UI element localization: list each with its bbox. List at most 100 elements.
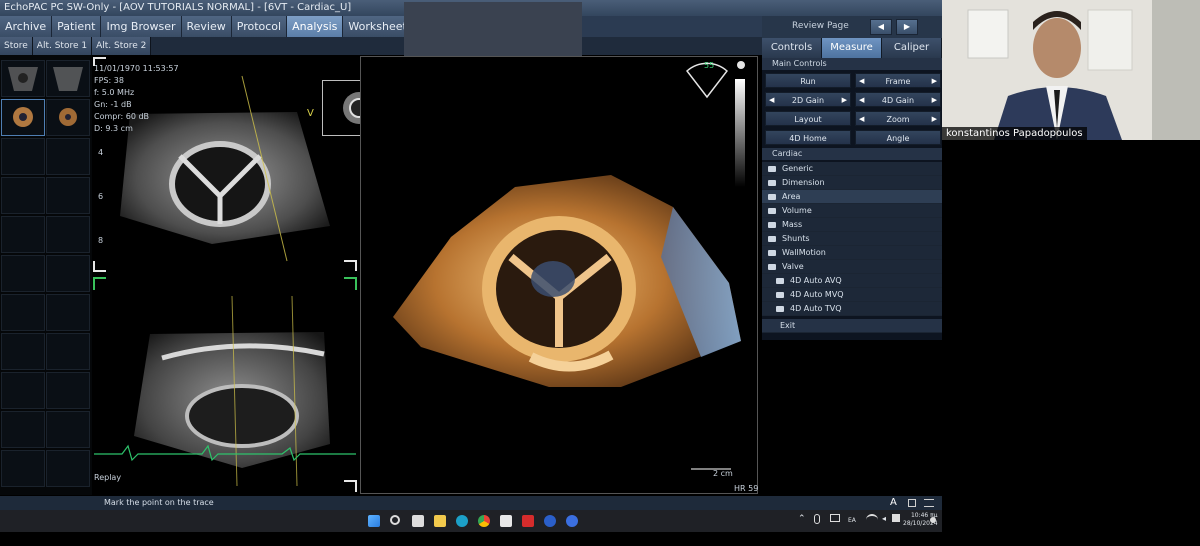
thumbnail[interactable] bbox=[1, 60, 45, 97]
edge-browser-icon[interactable] bbox=[456, 515, 468, 527]
measure-item-dimension[interactable]: Dimension bbox=[762, 176, 942, 190]
battery-icon[interactable] bbox=[892, 514, 900, 522]
exit-button[interactable]: Exit bbox=[762, 319, 942, 333]
control-frame-button[interactable]: Frame ◀ ▶ bbox=[855, 73, 941, 88]
store-tab-2[interactable]: Alt. Store 2 bbox=[92, 37, 152, 55]
task-view-icon[interactable] bbox=[412, 515, 424, 527]
lower-ultrasound-image bbox=[93, 277, 357, 492]
meeting-app-icon[interactable] bbox=[566, 515, 578, 527]
measure-item-volume[interactable]: Volume bbox=[762, 204, 942, 218]
windows-start-icon[interactable] bbox=[368, 515, 380, 527]
echopac-icon[interactable] bbox=[544, 515, 556, 527]
measure-item-4d-auto-avq[interactable]: 4D Auto AVQ bbox=[762, 274, 942, 288]
control-label: 4D Gain bbox=[881, 96, 915, 105]
chrome-browser-icon[interactable] bbox=[478, 515, 490, 527]
thumbnail-empty[interactable] bbox=[1, 333, 45, 370]
control-4d-home-button[interactable]: 4D Home bbox=[765, 130, 851, 145]
tab-review[interactable]: Review bbox=[181, 16, 232, 37]
3d-volume-viewport[interactable]: 55 2 cm HR 59 bbox=[360, 56, 758, 494]
review-page-label: Review Page bbox=[792, 21, 849, 31]
thumbnail-empty[interactable] bbox=[1, 216, 45, 253]
wifi-icon[interactable] bbox=[866, 514, 878, 522]
language-indicator[interactable]: EA bbox=[848, 517, 856, 524]
thumbnail-empty[interactable] bbox=[46, 294, 90, 331]
measure-item-wallmotion[interactable]: WallMotion bbox=[762, 246, 942, 260]
tab-archive[interactable]: Archive bbox=[0, 16, 53, 37]
window-icon[interactable] bbox=[908, 499, 916, 507]
acrobat-icon[interactable] bbox=[522, 515, 534, 527]
increase-arrow-icon[interactable]: ▶ bbox=[932, 112, 937, 127]
measure-item-label: Volume bbox=[782, 205, 812, 215]
measure-item-4d-auto-mvq[interactable]: 4D Auto MVQ bbox=[762, 288, 942, 302]
thumbnail-empty[interactable] bbox=[46, 138, 90, 175]
tab-analysis[interactable]: Analysis bbox=[287, 16, 344, 37]
speaker-icon[interactable]: ◂ bbox=[882, 514, 886, 523]
increase-arrow-icon[interactable]: ▶ bbox=[932, 93, 937, 108]
review-prev-button[interactable]: ◀ bbox=[870, 19, 892, 35]
thumbnail-empty[interactable] bbox=[46, 450, 90, 487]
control-2d-gain-button[interactable]: 2D Gain ◀ ▶ bbox=[765, 92, 851, 107]
panel-tab-controls[interactable]: Controls bbox=[762, 38, 822, 58]
folder-icon bbox=[768, 249, 776, 256]
upper-2d-viewport[interactable]: 11/01/1970 11:53:57 FPS: 38 f: 5.0 MHz G… bbox=[92, 56, 358, 274]
tab-img-browser[interactable]: Img Browser bbox=[101, 16, 182, 37]
search-icon[interactable] bbox=[390, 515, 400, 525]
thumbnail-empty[interactable] bbox=[46, 177, 90, 214]
status-bar: Mark the point on the trace A bbox=[0, 496, 942, 510]
store-tab-0[interactable]: Store bbox=[0, 37, 33, 55]
webcam-feed: konstantinos Papadopoulos bbox=[942, 0, 1200, 140]
panel-tab-measure[interactable]: Measure bbox=[822, 38, 882, 58]
thumbnail-empty[interactable] bbox=[1, 138, 45, 175]
decrease-arrow-icon[interactable]: ◀ bbox=[859, 112, 864, 127]
increase-arrow-icon[interactable]: ▶ bbox=[842, 93, 847, 108]
thumbnail-empty[interactable] bbox=[46, 372, 90, 409]
decrease-arrow-icon[interactable]: ◀ bbox=[769, 93, 774, 108]
control-zoom-button[interactable]: Zoom ◀ ▶ bbox=[855, 111, 941, 126]
thumbnail[interactable] bbox=[46, 60, 90, 97]
thumbnail-empty[interactable] bbox=[1, 294, 45, 331]
control-run-button[interactable]: Run bbox=[765, 73, 851, 88]
measure-item-generic[interactable]: Generic bbox=[762, 162, 942, 176]
text-size-icon[interactable]: A bbox=[890, 496, 897, 510]
folder-icon bbox=[768, 179, 776, 186]
decrease-arrow-icon[interactable]: ◀ bbox=[859, 74, 864, 89]
thumbnail-empty[interactable] bbox=[46, 333, 90, 370]
control-layout-button[interactable]: Layout bbox=[765, 111, 851, 126]
menu-icon[interactable] bbox=[924, 499, 934, 507]
thumbnail-empty[interactable] bbox=[1, 372, 45, 409]
lower-2d-viewport[interactable]: Replay bbox=[92, 276, 358, 494]
review-next-button[interactable]: ▶ bbox=[896, 19, 918, 35]
thumbnail-empty[interactable] bbox=[1, 177, 45, 214]
measure-item-mass[interactable]: Mass bbox=[762, 218, 942, 232]
control-4d-gain-button[interactable]: 4D Gain ◀ ▶ bbox=[855, 92, 941, 107]
panel-tab-caliper[interactable]: Caliper bbox=[882, 38, 942, 58]
thumbnail[interactable] bbox=[46, 99, 90, 136]
thumbnail-empty[interactable] bbox=[46, 255, 90, 292]
microphone-icon[interactable] bbox=[814, 514, 820, 524]
office-icon[interactable] bbox=[500, 515, 512, 527]
settings-dot-icon[interactable] bbox=[737, 61, 745, 69]
measure-item-4d-auto-tvq[interactable]: 4D Auto TVQ bbox=[762, 302, 942, 316]
control-label: Angle bbox=[886, 134, 910, 143]
tab-protocol[interactable]: Protocol bbox=[231, 16, 288, 37]
thumbnail-empty[interactable] bbox=[46, 411, 90, 448]
store-tab-1[interactable]: Alt. Store 1 bbox=[32, 37, 93, 55]
control-angle-button[interactable]: Angle bbox=[855, 130, 941, 145]
chevron-up-icon[interactable]: ⌃ bbox=[798, 514, 806, 524]
thumbnail-selected[interactable] bbox=[1, 99, 45, 136]
thumbnail-empty[interactable] bbox=[1, 255, 45, 292]
measure-item-valve[interactable]: Valve bbox=[762, 260, 942, 274]
thumbnail-empty[interactable] bbox=[1, 450, 45, 487]
increase-arrow-icon[interactable]: ▶ bbox=[932, 74, 937, 89]
decrease-arrow-icon[interactable]: ◀ bbox=[859, 93, 864, 108]
grayscale-bar bbox=[735, 79, 745, 187]
thumbnail-empty[interactable] bbox=[46, 216, 90, 253]
display-icon[interactable] bbox=[830, 514, 840, 522]
notification-icon[interactable] bbox=[930, 517, 936, 523]
measure-item-shunts[interactable]: Shunts bbox=[762, 232, 942, 246]
tab-worksheet[interactable]: Worksheet bbox=[343, 16, 413, 37]
file-explorer-icon[interactable] bbox=[434, 515, 446, 527]
thumbnail-empty[interactable] bbox=[1, 411, 45, 448]
measure-item-area[interactable]: Area bbox=[762, 190, 942, 204]
tab-patient[interactable]: Patient bbox=[52, 16, 102, 37]
